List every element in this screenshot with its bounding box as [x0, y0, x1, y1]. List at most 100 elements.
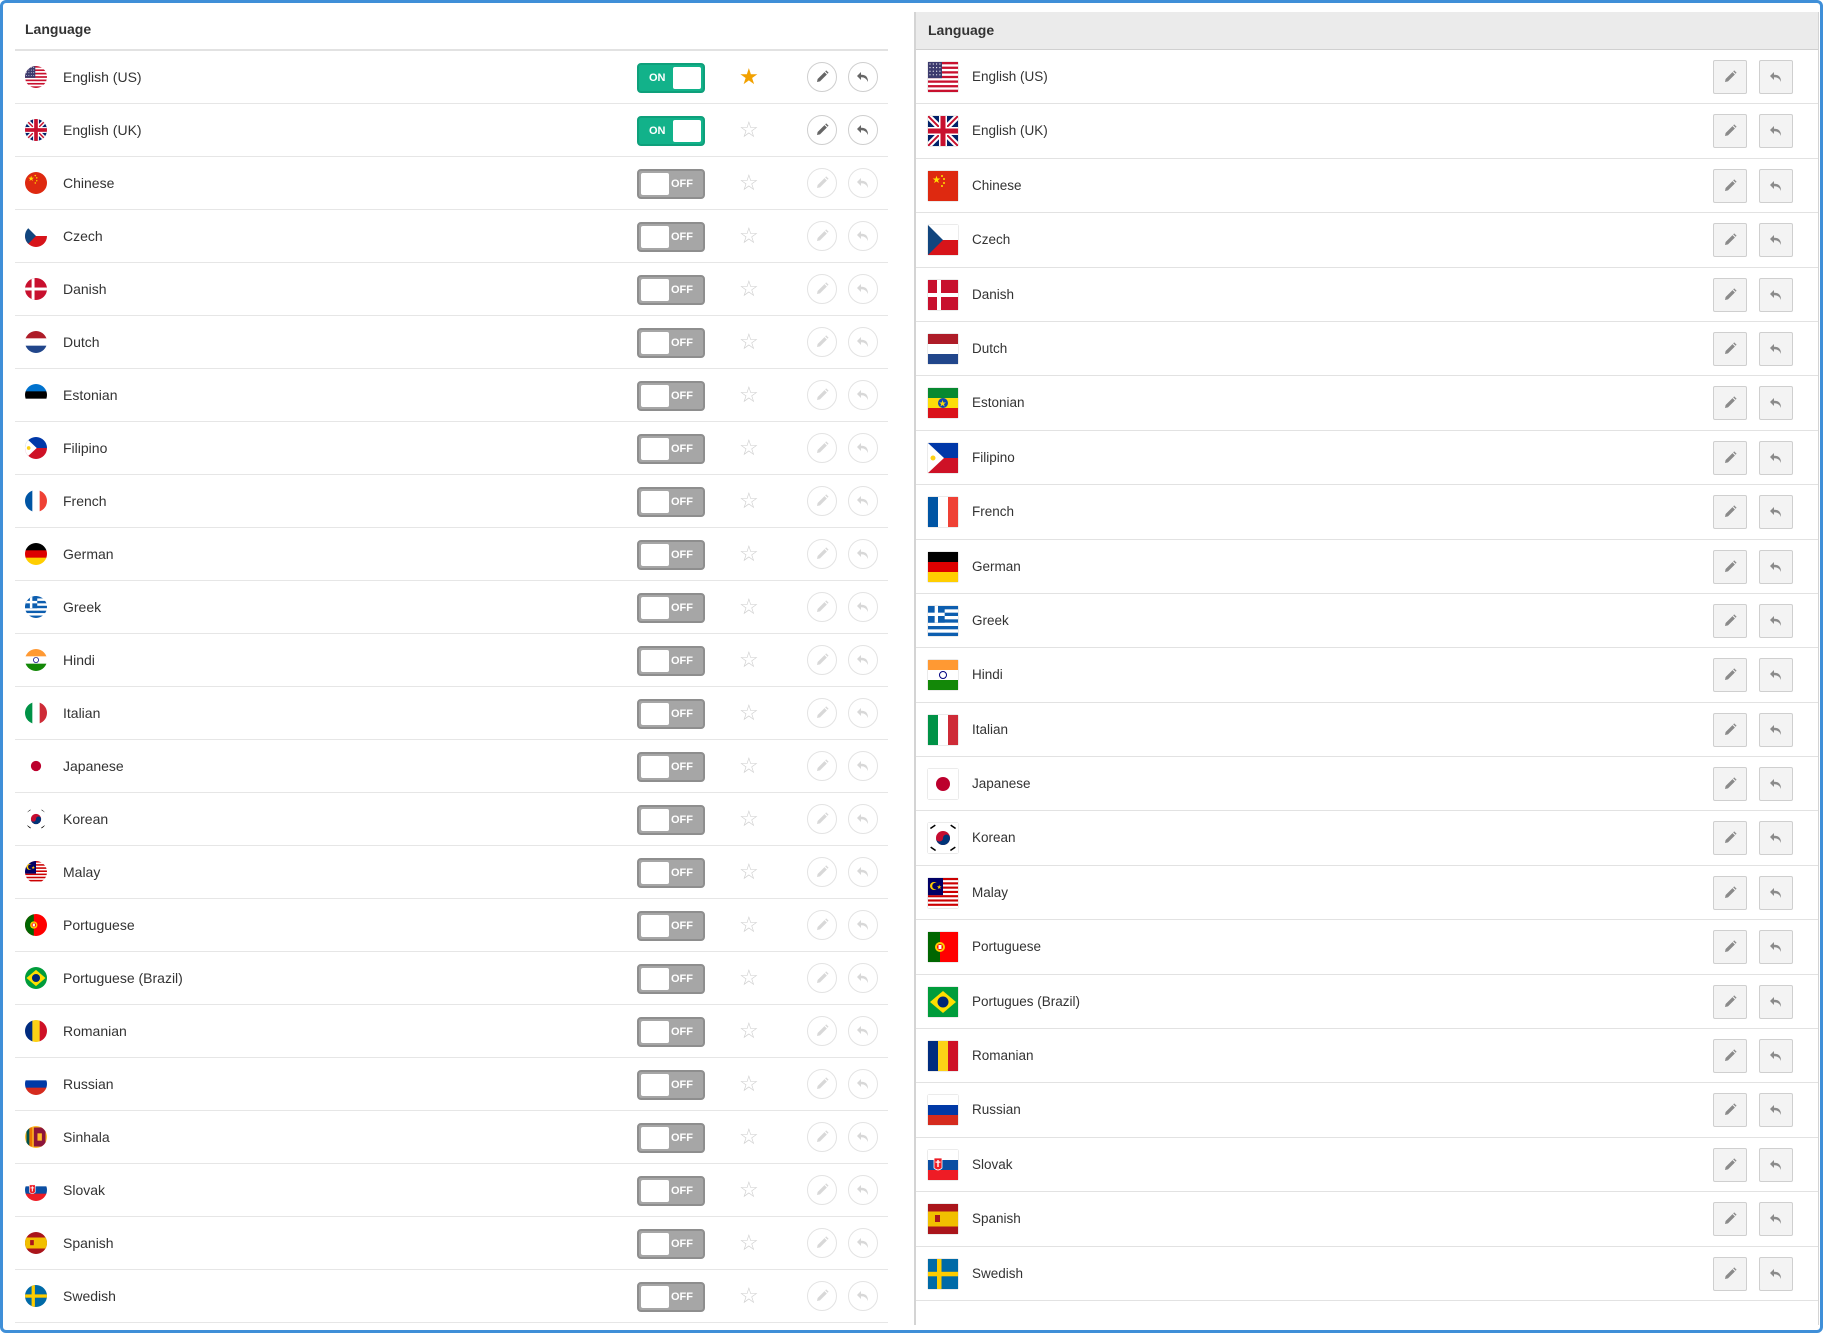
edit-button[interactable]	[807, 327, 837, 357]
edit-button[interactable]	[1713, 331, 1747, 366]
edit-button[interactable]	[807, 857, 837, 887]
star-icon[interactable]: ☆	[739, 223, 759, 249]
revert-button[interactable]	[1759, 767, 1793, 802]
revert-button[interactable]	[848, 1069, 878, 1099]
language-enable-toggle[interactable]: OFF	[637, 1123, 705, 1153]
language-enable-toggle[interactable]: OFF	[637, 1282, 705, 1312]
language-enable-toggle[interactable]: OFF	[637, 169, 705, 199]
star-icon[interactable]: ☆	[739, 912, 759, 938]
edit-button[interactable]	[1713, 60, 1747, 94]
star-icon[interactable]: ☆	[739, 382, 759, 408]
revert-button[interactable]	[848, 433, 878, 463]
language-enable-toggle[interactable]: OFF	[637, 699, 705, 729]
language-enable-toggle[interactable]: OFF	[637, 381, 705, 411]
revert-button[interactable]	[1759, 930, 1793, 965]
edit-button[interactable]	[1713, 1202, 1747, 1237]
language-enable-toggle[interactable]: OFF	[637, 752, 705, 782]
edit-button[interactable]	[807, 751, 837, 781]
language-enable-toggle[interactable]: OFF	[637, 434, 705, 464]
revert-button[interactable]	[1759, 712, 1793, 747]
star-icon[interactable]: ☆	[739, 329, 759, 355]
edit-button[interactable]	[1713, 875, 1747, 910]
revert-button[interactable]	[1759, 1202, 1793, 1237]
edit-button[interactable]	[807, 804, 837, 834]
star-icon[interactable]: ★	[739, 64, 759, 90]
language-enable-toggle[interactable]: OFF	[637, 222, 705, 252]
star-icon[interactable]: ☆	[739, 488, 759, 514]
edit-button[interactable]	[807, 539, 837, 569]
edit-button[interactable]	[1713, 386, 1747, 421]
star-icon[interactable]: ☆	[739, 1177, 759, 1203]
edit-button[interactable]	[807, 592, 837, 622]
revert-button[interactable]	[848, 115, 878, 145]
edit-button[interactable]	[1713, 495, 1747, 530]
language-enable-toggle[interactable]: OFF	[637, 1017, 705, 1047]
revert-button[interactable]	[848, 327, 878, 357]
edit-button[interactable]	[807, 380, 837, 410]
language-enable-toggle[interactable]: OFF	[637, 646, 705, 676]
language-enable-toggle[interactable]: OFF	[637, 964, 705, 994]
revert-button[interactable]	[848, 910, 878, 940]
revert-button[interactable]	[1759, 1039, 1793, 1074]
edit-button[interactable]	[807, 963, 837, 993]
revert-button[interactable]	[1759, 495, 1793, 530]
star-icon[interactable]: ☆	[739, 276, 759, 302]
revert-button[interactable]	[848, 62, 878, 92]
revert-button[interactable]	[1759, 1256, 1793, 1291]
edit-button[interactable]	[807, 433, 837, 463]
star-icon[interactable]: ☆	[739, 700, 759, 726]
star-icon[interactable]: ☆	[739, 859, 759, 885]
edit-button[interactable]	[807, 115, 837, 145]
revert-button[interactable]	[848, 592, 878, 622]
revert-button[interactable]	[1759, 1147, 1793, 1182]
edit-button[interactable]	[807, 62, 837, 92]
edit-button[interactable]	[1713, 821, 1747, 856]
star-icon[interactable]: ☆	[739, 1283, 759, 1309]
language-enable-toggle[interactable]: OFF	[637, 1229, 705, 1259]
edit-button[interactable]	[807, 486, 837, 516]
revert-button[interactable]	[848, 1122, 878, 1152]
revert-button[interactable]	[1759, 1093, 1793, 1128]
language-enable-toggle[interactable]: OFF	[637, 275, 705, 305]
revert-button[interactable]	[1759, 60, 1793, 94]
language-enable-toggle[interactable]: ON	[637, 63, 705, 93]
revert-button[interactable]	[848, 698, 878, 728]
revert-button[interactable]	[848, 274, 878, 304]
language-enable-toggle[interactable]: OFF	[637, 858, 705, 888]
star-icon[interactable]: ☆	[739, 1230, 759, 1256]
revert-button[interactable]	[848, 645, 878, 675]
language-enable-toggle[interactable]: OFF	[637, 487, 705, 517]
edit-button[interactable]	[807, 1016, 837, 1046]
revert-button[interactable]	[1759, 440, 1793, 475]
edit-button[interactable]	[1713, 1039, 1747, 1074]
star-icon[interactable]: ☆	[739, 806, 759, 832]
star-icon[interactable]: ☆	[739, 1124, 759, 1150]
edit-button[interactable]	[1713, 1256, 1747, 1291]
star-icon[interactable]: ☆	[739, 1071, 759, 1097]
revert-button[interactable]	[848, 1175, 878, 1205]
language-enable-toggle[interactable]: OFF	[637, 328, 705, 358]
revert-button[interactable]	[1759, 386, 1793, 421]
star-icon[interactable]: ☆	[739, 1018, 759, 1044]
edit-button[interactable]	[807, 1175, 837, 1205]
revert-button[interactable]	[1759, 223, 1793, 258]
star-icon[interactable]: ☆	[739, 541, 759, 567]
edit-button[interactable]	[807, 221, 837, 251]
edit-button[interactable]	[1713, 712, 1747, 747]
revert-button[interactable]	[848, 380, 878, 410]
revert-button[interactable]	[1759, 331, 1793, 366]
edit-button[interactable]	[1713, 277, 1747, 312]
revert-button[interactable]	[1759, 658, 1793, 693]
edit-button[interactable]	[807, 1069, 837, 1099]
revert-button[interactable]	[1759, 114, 1793, 149]
revert-button[interactable]	[1759, 277, 1793, 312]
revert-button[interactable]	[848, 486, 878, 516]
star-icon[interactable]: ☆	[739, 647, 759, 673]
revert-button[interactable]	[848, 804, 878, 834]
revert-button[interactable]	[848, 168, 878, 198]
language-enable-toggle[interactable]: OFF	[637, 911, 705, 941]
revert-button[interactable]	[848, 1281, 878, 1311]
star-icon[interactable]: ☆	[739, 117, 759, 143]
language-enable-toggle[interactable]: ON	[637, 116, 705, 146]
revert-button[interactable]	[848, 963, 878, 993]
